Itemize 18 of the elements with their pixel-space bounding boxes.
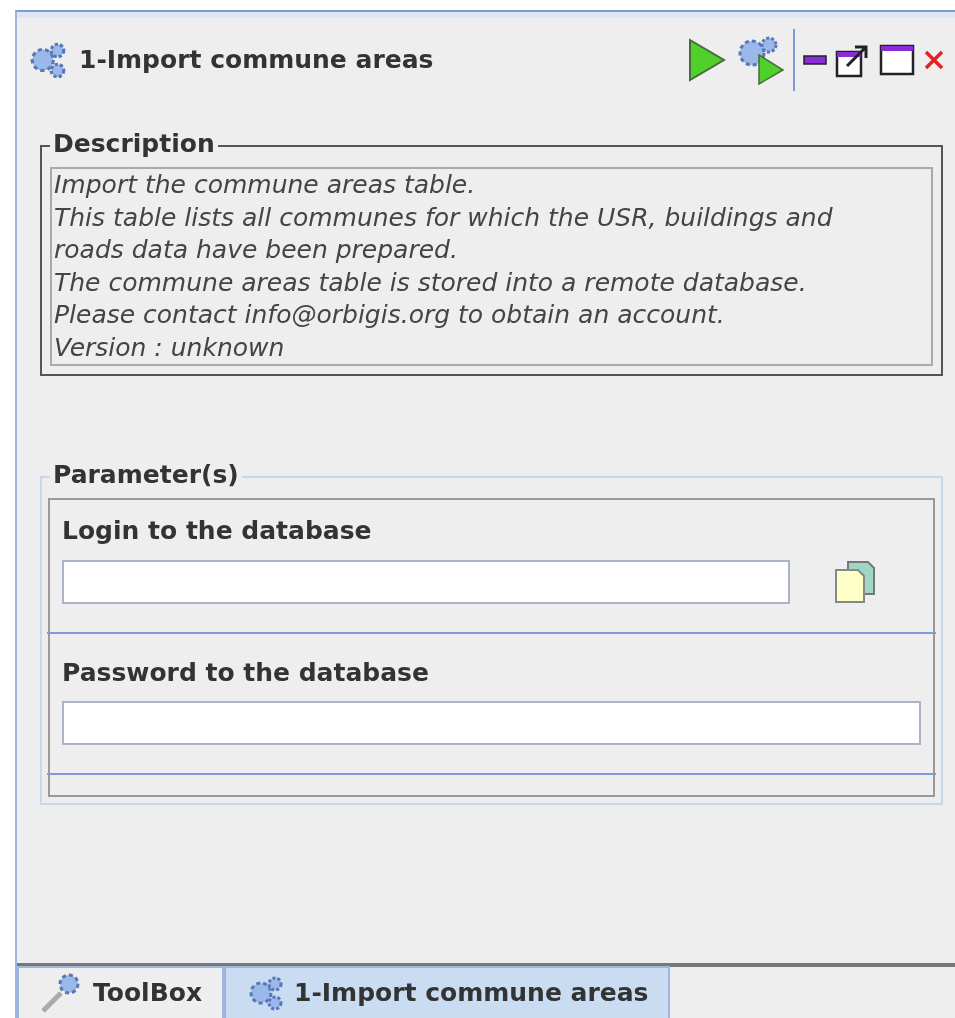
description-line: Import the commune areas table.	[54, 169, 477, 201]
tab[interactable]: 1-Import commune areas	[224, 966, 671, 1018]
run-icon[interactable]	[687, 37, 727, 83]
minimize-icon[interactable]	[803, 54, 827, 66]
input-field[interactable]	[62, 701, 921, 745]
description-line: roads data have been prepared.	[54, 234, 459, 266]
field-label: Password to the database	[62, 656, 430, 689]
description-line: This table lists all communes for which the USR, buildings and	[54, 201, 834, 234]
documents-icon[interactable]	[834, 559, 876, 604]
field-label: Login to the database	[62, 515, 373, 547]
panel-title: 1-Import commune areas	[79, 44, 434, 77]
tab[interactable]: ToolBox	[17, 966, 224, 1018]
description-line: Please contact info@orbigis.org to obtain an account.	[54, 299, 726, 331]
description-line: The commune areas table is stored into a remote database.	[54, 266, 808, 299]
description-line: Version : unknown	[54, 331, 286, 364]
input-field[interactable]	[62, 559, 790, 604]
maximize-icon[interactable]	[879, 44, 915, 76]
close-icon[interactable]	[923, 49, 945, 71]
